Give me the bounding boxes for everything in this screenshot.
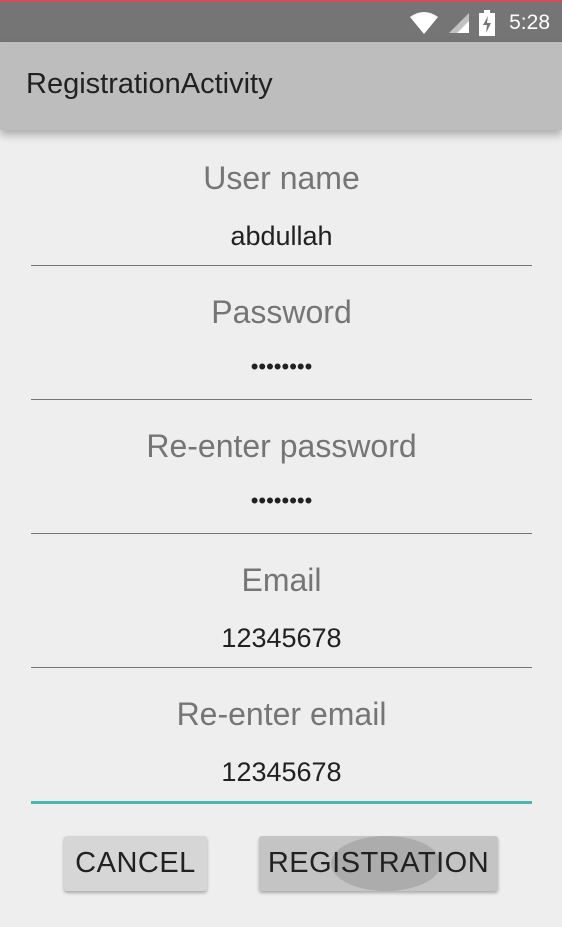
status-time: 5:28 — [509, 11, 550, 34]
username-underline — [31, 265, 532, 266]
username-field: User name — [31, 134, 532, 268]
app-title: RegistrationActivity — [26, 68, 273, 100]
app-bar: RegistrationActivity — [0, 42, 562, 130]
reenter-password-input[interactable]: •••••••• — [31, 488, 532, 514]
cancel-button-label: CANCEL — [75, 847, 196, 879]
password-input[interactable]: •••••••• — [31, 354, 532, 380]
battery-charging-icon — [479, 10, 496, 36]
email-input[interactable] — [31, 623, 532, 654]
reenter-email-input[interactable] — [31, 757, 532, 788]
registration-button[interactable]: REGISTRATION — [259, 836, 498, 891]
reenter-email-underline — [31, 801, 532, 804]
username-input[interactable] — [31, 221, 532, 252]
email-label: Email — [241, 562, 322, 598]
password-label: Password — [211, 294, 352, 330]
username-label: User name — [203, 160, 360, 196]
registration-button-label: REGISTRATION — [267, 847, 490, 879]
reenter-email-label: Re-enter email — [176, 696, 387, 732]
reenter-password-underline — [31, 533, 532, 534]
password-field: Password •••••••• — [31, 268, 532, 402]
email-underline — [31, 667, 532, 668]
status-bar: 5:28 — [0, 0, 562, 42]
signal-icon — [449, 13, 470, 33]
status-icons: 5:28 — [409, 8, 550, 38]
cancel-button[interactable]: CANCEL — [64, 836, 207, 891]
wifi-icon — [410, 12, 439, 34]
reenter-email-field: Re-enter email — [31, 670, 532, 804]
password-underline — [31, 399, 532, 400]
reenter-password-label: Re-enter password — [146, 428, 417, 464]
email-field: Email — [31, 536, 532, 670]
reenter-password-field: Re-enter password •••••••• — [31, 402, 532, 536]
